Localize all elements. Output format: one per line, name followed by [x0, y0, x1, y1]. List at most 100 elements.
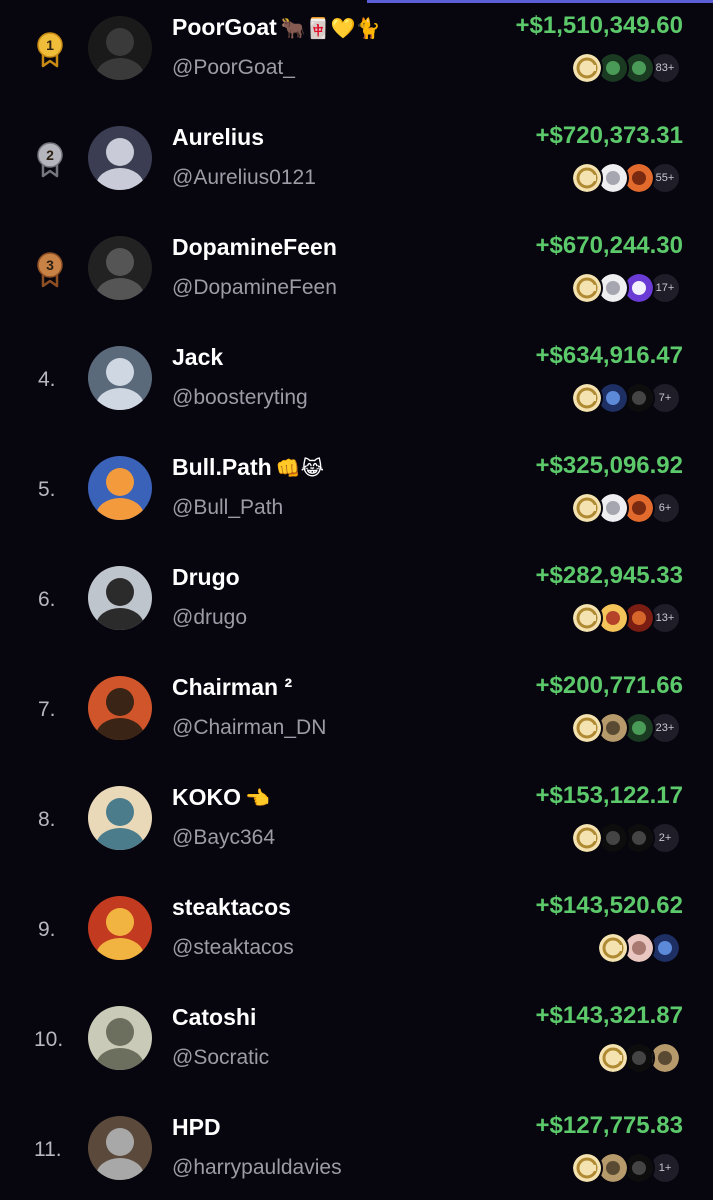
user-display-name[interactable]: HPD — [172, 1114, 225, 1141]
token-holdings: 1+ — [571, 1152, 681, 1184]
user-handle[interactable]: @boosteryting — [172, 386, 308, 410]
name-emoji-badges: 👊😹 — [275, 456, 324, 480]
leaderboard-row[interactable]: 6. Drugo @drugo +$282,945.33 13+ — [0, 550, 713, 660]
profit-amount: +$325,096.92 — [535, 452, 683, 479]
leaderboard-row[interactable]: 2 Aurelius @Aurelius0121 +$720,373.31 55… — [0, 110, 713, 220]
coin-icon[interactable] — [597, 1042, 629, 1074]
display-name-text: Bull.Path — [172, 454, 272, 480]
display-name-text: Aurelius — [172, 124, 265, 150]
svg-text:2: 2 — [46, 147, 54, 163]
display-name-text: Catoshi — [172, 1004, 257, 1030]
rank-number: 5. — [38, 478, 56, 501]
leaderboard-row[interactable]: 9. steaktacos @steaktacos +$143,520.62 — [0, 880, 713, 990]
user-display-name[interactable]: Jack — [172, 344, 227, 371]
profit-amount: +$200,771.66 — [535, 672, 683, 699]
user-avatar[interactable] — [88, 896, 152, 960]
display-name-text: steaktacos — [172, 894, 291, 920]
coin-icon[interactable] — [571, 162, 603, 194]
user-handle[interactable]: @drugo — [172, 606, 247, 630]
user-handle[interactable]: @PoorGoat_ — [172, 56, 295, 80]
user-avatar[interactable] — [88, 566, 152, 630]
user-display-name[interactable]: steaktacos — [172, 894, 295, 921]
display-name-text: KOKO — [172, 784, 241, 810]
coin-icon[interactable] — [571, 712, 603, 744]
rank-number: 10. — [34, 1028, 64, 1051]
user-avatar[interactable] — [88, 346, 152, 410]
user-display-name[interactable]: Chairman ² — [172, 674, 296, 701]
user-display-name[interactable]: KOKO 👈 — [172, 784, 270, 811]
token-holdings: 83+ — [571, 52, 681, 84]
coin-icon[interactable] — [597, 932, 629, 964]
user-handle[interactable]: @harrypauldavies — [172, 1156, 342, 1180]
profit-amount: +$634,916.47 — [535, 342, 683, 369]
user-handle[interactable]: @Bayc364 — [172, 826, 275, 850]
user-display-name[interactable]: Drugo — [172, 564, 244, 591]
user-display-name[interactable]: Catoshi — [172, 1004, 260, 1031]
leaderboard-row[interactable]: 7. Chairman ² @Chairman_DN +$200,771.66 … — [0, 660, 713, 770]
leaderboard-row[interactable]: 8. KOKO 👈 @Bayc364 +$153,122.17 2+ — [0, 770, 713, 880]
token-holdings: 7+ — [571, 382, 681, 414]
rank-number: 8. — [38, 808, 56, 831]
user-avatar[interactable] — [88, 236, 152, 300]
user-display-name[interactable]: Aurelius — [172, 124, 268, 151]
display-name-text: DopamineFeen — [172, 234, 337, 260]
user-avatar[interactable] — [88, 1116, 152, 1180]
coin-icon[interactable] — [571, 492, 603, 524]
display-name-text: PoorGoat — [172, 14, 277, 40]
coin-icon[interactable] — [571, 272, 603, 304]
svg-text:1: 1 — [46, 37, 54, 53]
user-handle[interactable]: @Chairman_DN — [172, 716, 326, 740]
display-name-text: Chairman ² — [172, 674, 293, 700]
leaderboard-row[interactable]: 3 DopamineFeen @DopamineFeen +$670,244.3… — [0, 220, 713, 330]
svg-text:3: 3 — [46, 257, 54, 273]
rank-number: 7. — [38, 698, 56, 721]
user-handle[interactable]: @steaktacos — [172, 936, 294, 960]
token-holdings: 13+ — [571, 602, 681, 634]
profit-amount: +$153,122.17 — [535, 782, 683, 809]
display-name-text: HPD — [172, 1114, 221, 1140]
user-avatar[interactable] — [88, 1006, 152, 1070]
user-display-name[interactable]: PoorGoat 🐂🀄💛🐈 — [172, 14, 380, 41]
leaderboard-list: 1 PoorGoat 🐂🀄💛🐈 @PoorGoat_ +$1,510,349.60… — [0, 0, 713, 1200]
user-display-name[interactable]: Bull.Path 👊😹 — [172, 454, 324, 481]
rank-number: 11. — [34, 1138, 62, 1161]
coin-icon[interactable] — [571, 1152, 603, 1184]
user-avatar[interactable] — [88, 126, 152, 190]
rank-number: 6. — [38, 588, 56, 611]
display-name-text: Jack — [172, 344, 224, 370]
token-holdings — [597, 932, 681, 964]
coin-icon[interactable] — [571, 822, 603, 854]
user-handle[interactable]: @Socratic — [172, 1046, 269, 1070]
rank-number: 4. — [38, 368, 56, 391]
leaderboard-row[interactable]: 1 PoorGoat 🐂🀄💛🐈 @PoorGoat_ +$1,510,349.60… — [0, 0, 713, 110]
token-holdings: 55+ — [571, 162, 681, 194]
leaderboard-row[interactable]: 10. Catoshi @Socratic +$143,321.87 — [0, 990, 713, 1100]
silver-medal-icon: 2 — [36, 142, 64, 178]
coin-icon[interactable] — [571, 382, 603, 414]
user-handle[interactable]: @Aurelius0121 — [172, 166, 316, 190]
user-avatar[interactable] — [88, 16, 152, 80]
user-avatar[interactable] — [88, 676, 152, 740]
rank-number: 9. — [38, 918, 56, 941]
profit-amount: +$143,321.87 — [535, 1002, 683, 1029]
gold-medal-icon: 1 — [36, 32, 64, 68]
profit-amount: +$720,373.31 — [535, 122, 683, 149]
user-avatar[interactable] — [88, 456, 152, 520]
user-handle[interactable]: @DopamineFeen — [172, 276, 337, 300]
profit-amount: +$127,775.83 — [535, 1112, 683, 1139]
leaderboard-row[interactable]: 11. HPD @harrypauldavies +$127,775.83 1+ — [0, 1100, 713, 1200]
leaderboard-row[interactable]: 5. Bull.Path 👊😹 @Bull_Path +$325,096.92 6… — [0, 440, 713, 550]
name-emoji-badges: 👈 — [245, 786, 270, 810]
token-holdings: 17+ — [571, 272, 681, 304]
user-display-name[interactable]: DopamineFeen — [172, 234, 341, 261]
profit-amount: +$670,244.30 — [535, 232, 683, 259]
coin-icon[interactable] — [571, 52, 603, 84]
display-name-text: Drugo — [172, 564, 240, 590]
token-holdings: 2+ — [571, 822, 681, 854]
leaderboard-row[interactable]: 4. Jack @boosteryting +$634,916.47 7+ — [0, 330, 713, 440]
coin-icon[interactable] — [571, 602, 603, 634]
profit-amount: +$1,510,349.60 — [515, 12, 684, 39]
user-avatar[interactable] — [88, 786, 152, 850]
token-holdings: 6+ — [571, 492, 681, 524]
user-handle[interactable]: @Bull_Path — [172, 496, 283, 520]
